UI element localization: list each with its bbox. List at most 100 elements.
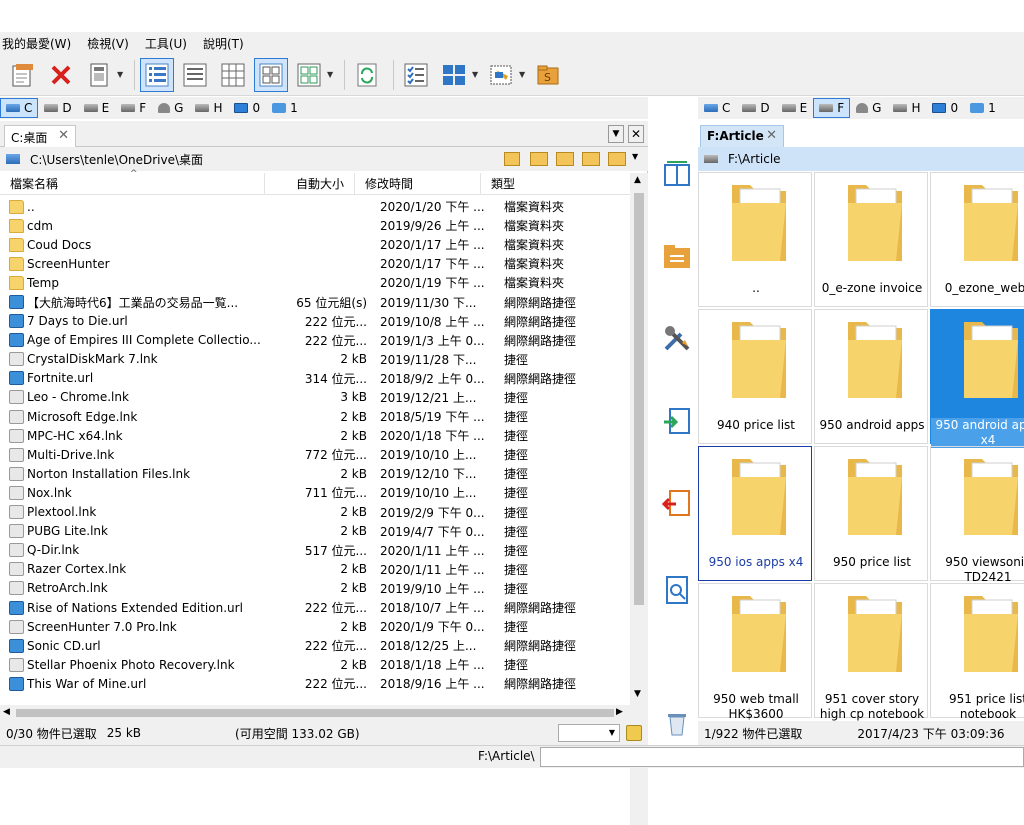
recycle-bin-icon[interactable]: [660, 707, 694, 741]
drive-g-button[interactable]: G: [850, 98, 887, 118]
scroll-left-icon[interactable]: ◀: [3, 707, 10, 717]
table-row[interactable]: PUBG Lite.lnk 2 kB 2019/4/7 下午 0... 捷徑: [0, 522, 630, 541]
menu-view[interactable]: 檢視(V): [79, 35, 137, 52]
up-folder-icon[interactable]: [556, 152, 574, 166]
quick-filter-icon[interactable]: [626, 725, 642, 741]
scroll-up-icon[interactable]: ▲: [634, 175, 641, 185]
root-folder-icon[interactable]: [582, 152, 600, 166]
column-type[interactable]: 類型: [481, 173, 611, 195]
table-row[interactable]: CrystalDiskMark 7.lnk 2 kB 2019/11/28 下...…: [0, 350, 630, 369]
folder-thumbnail[interactable]: 940 price list: [698, 309, 812, 444]
table-row[interactable]: Age of Empires III Complete Collectio...…: [0, 331, 630, 350]
layout-icon[interactable]: [437, 58, 471, 92]
drive-d-button[interactable]: D: [736, 98, 775, 118]
close-icon[interactable]: ✕: [766, 128, 777, 143]
menu-favorites[interactable]: 我的最愛(W): [0, 35, 79, 52]
close-icon[interactable]: ✕: [628, 125, 644, 143]
table-row[interactable]: Nox.lnk 711 位元... 2019/10/10 上... 捷徑: [0, 483, 630, 502]
tab-desktop[interactable]: C:桌面 ✕: [4, 125, 76, 147]
menu-help[interactable]: 說明(T): [195, 35, 252, 52]
delete-icon[interactable]: [44, 58, 78, 92]
table-row[interactable]: Leo - Chrome.lnk 3 kB 2019/12/21 上... 捷徑: [0, 388, 630, 407]
folder-thumbnail[interactable]: ..: [698, 172, 812, 307]
move-to-icon[interactable]: [660, 487, 694, 521]
copy-to-icon[interactable]: [660, 405, 694, 439]
scrollbar-thumb[interactable]: [634, 193, 644, 605]
tools-icon[interactable]: [660, 321, 694, 355]
chevron-down-icon[interactable]: ▼: [608, 125, 624, 143]
preview-icon[interactable]: [660, 573, 694, 607]
drive-h-button[interactable]: H: [189, 98, 228, 118]
desktop-1-button[interactable]: 1: [266, 98, 304, 118]
swap-panes-icon[interactable]: [660, 155, 694, 189]
folder-thumbnail[interactable]: 950 android apps: [814, 309, 928, 444]
drive-c-button[interactable]: C: [0, 98, 39, 118]
refresh-icon[interactable]: [350, 58, 384, 92]
tab-article[interactable]: F:Article ✕: [700, 125, 784, 147]
drive-d-button[interactable]: D: [38, 98, 77, 118]
chevron-down-icon[interactable]: ▼: [327, 70, 335, 79]
table-row[interactable]: Microsoft Edge.lnk 2 kB 2018/5/19 下午 ... 捷徑: [0, 407, 630, 426]
command-input[interactable]: [540, 747, 1024, 767]
drive-e-button[interactable]: E: [78, 98, 116, 118]
drive-f-button[interactable]: F: [813, 98, 851, 118]
table-row[interactable]: ScreenHunter 2020/1/17 下午 ... 檔案資料夾: [0, 254, 630, 273]
filter-icon[interactable]: [484, 58, 518, 92]
close-icon[interactable]: ✕: [58, 128, 69, 143]
table-row[interactable]: Norton Installation Files.lnk 2 kB 2019/12…: [0, 464, 630, 483]
table-row[interactable]: Coud Docs 2020/1/17 上午 ... 檔案資料夾: [0, 235, 630, 254]
desktop-0-button[interactable]: 0: [228, 98, 266, 118]
thumbnail-large-view-icon[interactable]: [292, 58, 326, 92]
table-row[interactable]: Q-Dir.lnk 517 位元... 2020/1/11 上午 ... 捷徑: [0, 541, 630, 560]
new-window-icon[interactable]: [6, 58, 40, 92]
table-row[interactable]: ScreenHunter 7.0 Pro.lnk 2 kB 2020/1/9 下午 …: [0, 617, 630, 636]
table-row[interactable]: This War of Mine.url 222 位元... 2018/9/16 上…: [0, 674, 630, 693]
properties-icon[interactable]: [82, 58, 116, 92]
drive-f-button[interactable]: F: [115, 98, 152, 118]
list-view-icon[interactable]: [178, 58, 212, 92]
table-row[interactable]: Plextool.lnk 2 kB 2019/2/9 下午 0... 捷徑: [0, 503, 630, 522]
scroll-down-icon[interactable]: ▼: [634, 689, 641, 699]
history-icon[interactable]: [504, 152, 520, 166]
table-row[interactable]: Rise of Nations Extended Edition.url 222 …: [0, 598, 630, 617]
column-size[interactable]: 自動大小: [265, 172, 355, 195]
menu-tools[interactable]: 工具(U): [137, 35, 195, 52]
drive-e-button[interactable]: E: [776, 98, 814, 118]
table-row[interactable]: .. 2020/1/20 下午 ... 檔案資料夾: [0, 197, 630, 216]
folder-thumbnail[interactable]: 950 viewsonic TD2421: [930, 446, 1024, 584]
thumbnail-view-icon[interactable]: [254, 57, 288, 92]
horizontal-scrollbar[interactable]: ◀ ▶: [0, 705, 630, 721]
table-row[interactable]: RetroArch.lnk 2 kB 2019/9/10 上午 ... 捷徑: [0, 579, 630, 598]
desktop-0-button[interactable]: 0: [926, 98, 964, 118]
column-time[interactable]: 修改時間: [355, 172, 481, 195]
folder-menu-icon[interactable]: [608, 152, 626, 166]
folder-thumbnail[interactable]: 950 web tmall HK$3600: [698, 583, 812, 721]
folder-thumbnail[interactable]: 950 android apps x4: [930, 309, 1024, 448]
folder-thumbnail[interactable]: 951 cover story high cp notebook: [814, 583, 928, 721]
folder-icon[interactable]: [660, 239, 694, 273]
drive-h-button[interactable]: H: [887, 98, 926, 118]
table-row[interactable]: Temp 2020/1/19 下午 ... 檔案資料夾: [0, 273, 630, 292]
chevron-down-icon[interactable]: ▼: [519, 70, 527, 79]
chevron-down-icon[interactable]: ▼: [632, 152, 638, 161]
chevron-down-icon[interactable]: ▼: [117, 70, 125, 79]
table-row[interactable]: Stellar Phoenix Photo Recovery.lnk 2 kB 20…: [0, 655, 630, 674]
drive-g-button[interactable]: G: [152, 98, 189, 118]
scrollbar-thumb[interactable]: [16, 709, 614, 717]
folder-thumbnail[interactable]: 950 ios apps x4: [698, 446, 812, 581]
desktop-1-button[interactable]: 1: [964, 98, 1002, 118]
favorite-folder-icon[interactable]: [530, 152, 548, 166]
path-text[interactable]: F:\Article: [728, 152, 781, 166]
folder-thumbnail[interactable]: 0_ezone_web_: [930, 172, 1024, 307]
chevron-down-icon[interactable]: ▼: [472, 70, 480, 79]
table-row[interactable]: 【大航海時代6】工業品の交易品一覧... 65 位元組(s) 2019/11/30 …: [0, 292, 630, 311]
folder-thumbnail[interactable]: 0_e-zone invoice: [814, 172, 928, 307]
checklist-icon[interactable]: [399, 58, 433, 92]
table-row[interactable]: 7 Days to Die.url 222 位元... 2019/10/8 上午 .…: [0, 312, 630, 331]
filter-dropdown[interactable]: ▼: [558, 724, 620, 742]
folder-thumbnail[interactable]: 950 price list: [814, 446, 928, 581]
table-row[interactable]: MPC-HC x64.lnk 2 kB 2020/1/18 下午 ... 捷徑: [0, 426, 630, 445]
scroll-right-icon[interactable]: ▶: [616, 707, 623, 717]
table-row[interactable]: Fortnite.url 314 位元... 2018/9/2 上午 0... 網際網…: [0, 369, 630, 388]
folder-thumbnail[interactable]: 951 price list notebook: [930, 583, 1024, 721]
